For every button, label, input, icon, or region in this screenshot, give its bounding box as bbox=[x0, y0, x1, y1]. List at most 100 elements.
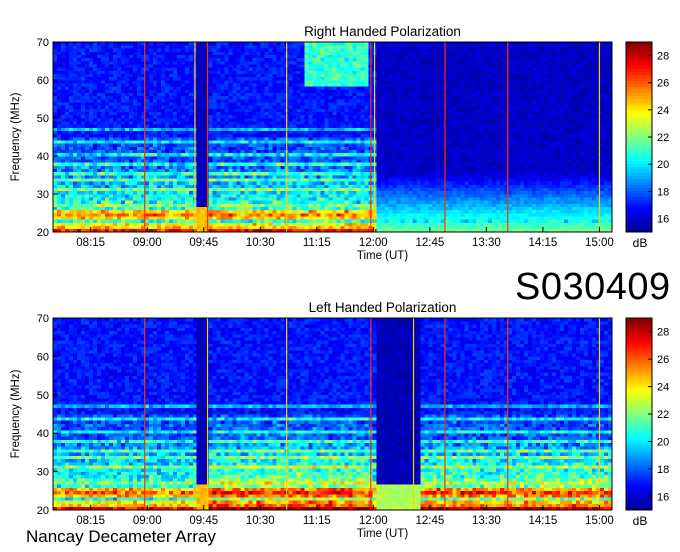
heatmap-cell bbox=[53, 181, 57, 184]
heatmap-cell bbox=[101, 115, 105, 118]
heatmap-cell bbox=[133, 175, 137, 178]
heatmap-cell bbox=[129, 131, 133, 134]
heatmap-cell bbox=[85, 172, 89, 175]
heatmap-cell bbox=[57, 131, 61, 134]
heatmap-cell bbox=[77, 67, 81, 70]
heatmap-cell bbox=[73, 159, 77, 162]
heatmap-cell bbox=[165, 185, 169, 188]
heatmap-cell bbox=[113, 143, 117, 146]
heatmap-cell bbox=[165, 204, 169, 207]
heatmap-cell bbox=[97, 124, 101, 127]
heatmap-cell bbox=[61, 137, 65, 140]
heatmap-cell bbox=[125, 200, 129, 203]
heatmap-cell bbox=[113, 191, 117, 194]
heatmap-cell bbox=[165, 42, 169, 45]
heatmap-cell bbox=[137, 74, 141, 77]
heatmap-cell bbox=[129, 74, 133, 77]
heatmap-cell bbox=[53, 147, 57, 150]
heatmap-cell bbox=[85, 115, 89, 118]
heatmap-cell bbox=[121, 109, 125, 112]
heatmap-cell bbox=[97, 58, 101, 61]
heatmap-cell bbox=[81, 58, 85, 61]
heatmap-cell bbox=[65, 216, 69, 219]
heatmap-cell bbox=[85, 64, 89, 67]
heatmap-cell bbox=[77, 96, 81, 99]
heatmap-cell bbox=[153, 137, 157, 140]
heatmap-cell bbox=[77, 115, 81, 118]
heatmap-cell bbox=[93, 137, 97, 140]
heatmap-cell bbox=[85, 118, 89, 121]
heatmap-cell bbox=[73, 169, 77, 172]
heatmap-cell bbox=[65, 159, 69, 162]
heatmap-cell bbox=[57, 194, 61, 197]
heatmap-cell bbox=[97, 96, 101, 99]
heatmap-cell bbox=[77, 140, 81, 143]
heatmap-cell bbox=[65, 71, 69, 74]
heatmap-cell bbox=[61, 143, 65, 146]
heatmap-cell bbox=[109, 169, 113, 172]
heatmap-cell bbox=[61, 128, 65, 131]
heatmap-cell bbox=[133, 169, 137, 172]
heatmap-cell bbox=[169, 80, 173, 83]
heatmap-cell bbox=[129, 48, 133, 51]
heatmap-cell bbox=[169, 99, 173, 102]
heatmap-cell bbox=[161, 121, 165, 124]
heatmap-cell bbox=[109, 178, 113, 181]
heatmap-cell bbox=[145, 175, 149, 178]
heatmap-cell bbox=[113, 90, 117, 93]
heatmap-cell bbox=[81, 216, 85, 219]
heatmap-cell bbox=[129, 219, 133, 222]
heatmap-cell bbox=[89, 213, 93, 216]
heatmap-cell bbox=[65, 86, 69, 89]
heatmap-cell bbox=[101, 137, 105, 140]
heatmap-cell bbox=[85, 197, 89, 200]
heatmap-cell bbox=[53, 185, 57, 188]
heatmap-cell bbox=[97, 71, 101, 74]
heatmap-cell bbox=[121, 223, 125, 226]
heatmap-cell bbox=[69, 159, 73, 162]
heatmap-cell bbox=[125, 55, 129, 58]
heatmap-cell bbox=[89, 74, 93, 77]
heatmap-cell bbox=[97, 109, 101, 112]
heatmap-cell bbox=[77, 219, 81, 222]
heatmap-cell bbox=[153, 109, 157, 112]
heatmap-cell bbox=[137, 71, 141, 74]
heatmap-cell bbox=[161, 83, 165, 86]
heatmap-cell bbox=[65, 143, 69, 146]
heatmap-cell bbox=[149, 226, 153, 229]
heatmap-cell bbox=[85, 153, 89, 156]
heatmap-cell bbox=[169, 147, 173, 150]
heatmap-cell bbox=[81, 191, 85, 194]
heatmap-cell bbox=[113, 58, 117, 61]
heatmap-cell bbox=[85, 213, 89, 216]
heatmap-cell bbox=[77, 118, 81, 121]
heatmap-cell bbox=[53, 137, 57, 140]
heatmap-cell bbox=[101, 181, 105, 184]
heatmap-cell bbox=[89, 169, 93, 172]
heatmap-cell bbox=[89, 207, 93, 210]
heatmap-cell bbox=[81, 188, 85, 191]
heatmap-cell bbox=[81, 185, 85, 188]
heatmap-cell bbox=[149, 118, 153, 121]
heatmap-cell bbox=[53, 102, 57, 105]
heatmap-cell bbox=[161, 166, 165, 169]
heatmap-cell bbox=[137, 143, 141, 146]
heatmap-cell bbox=[81, 80, 85, 83]
heatmap-cell bbox=[53, 194, 57, 197]
heatmap-cell bbox=[153, 52, 157, 55]
heatmap-cell bbox=[85, 77, 89, 80]
heatmap-cell bbox=[65, 80, 69, 83]
heatmap-cell bbox=[73, 74, 77, 77]
heatmap-cell bbox=[73, 118, 77, 121]
heatmap-cell bbox=[81, 156, 85, 159]
heatmap-cell bbox=[133, 48, 137, 51]
heatmap-cell bbox=[61, 191, 65, 194]
heatmap-cell bbox=[137, 181, 141, 184]
heatmap-cell bbox=[125, 58, 129, 61]
heatmap-cell bbox=[109, 86, 113, 89]
heatmap-cell bbox=[105, 102, 109, 105]
heatmap-cell bbox=[129, 207, 133, 210]
heatmap-cell bbox=[157, 115, 161, 118]
heatmap-cell bbox=[73, 96, 77, 99]
heatmap-cell bbox=[105, 178, 109, 181]
